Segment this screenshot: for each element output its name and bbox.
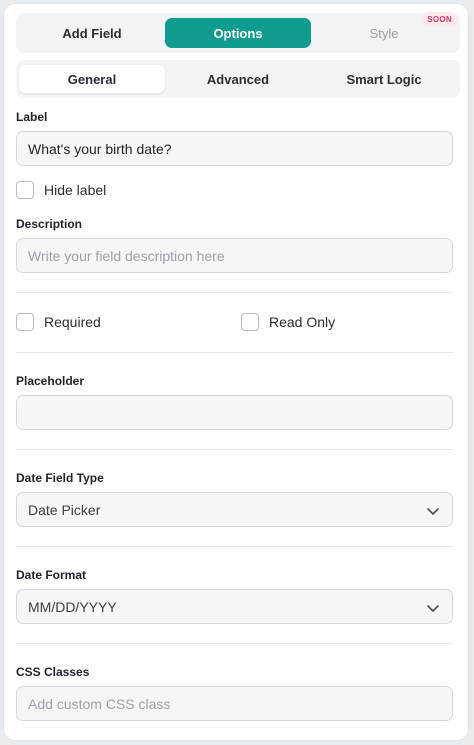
tab-style-label: Style [369, 25, 399, 41]
css-classes-placeholder: Add custom CSS class [28, 695, 171, 712]
soon-badge: SOON [422, 12, 457, 27]
css-classes-label: CSS Classes [16, 665, 90, 679]
chevron-down-icon [427, 605, 439, 612]
label-input[interactable]: What's your birth date? [16, 131, 453, 166]
description-label: Description [16, 217, 83, 231]
date-format-value: MM/DD/YYYY [28, 598, 117, 615]
divider [16, 546, 453, 547]
divider [16, 292, 453, 293]
divider [16, 352, 453, 353]
chevron-down-icon [427, 508, 439, 515]
divider [16, 643, 453, 644]
description-placeholder: Write your field description here [28, 247, 225, 264]
hide-label-option[interactable]: Hide label [16, 181, 106, 199]
tab-options[interactable]: Options [165, 18, 311, 48]
sub-tab-bar: General Advanced Smart Logic [16, 60, 460, 98]
field-settings-panel: Add Field Options Style SOON General Adv… [3, 3, 469, 741]
required-checkbox[interactable] [16, 313, 34, 331]
placeholder-label: Placeholder [16, 374, 85, 388]
date-field-type-select[interactable]: Date Picker [16, 492, 453, 527]
description-input[interactable]: Write your field description here [16, 238, 453, 273]
required-option[interactable]: Required [16, 313, 101, 331]
read-only-text: Read Only [269, 314, 336, 330]
required-text: Required [44, 314, 101, 330]
subtab-smart-logic[interactable]: Smart Logic [311, 65, 457, 93]
css-classes-input[interactable]: Add custom CSS class [16, 686, 453, 721]
hide-label-checkbox[interactable] [16, 181, 34, 199]
subtab-general[interactable]: General [19, 65, 165, 93]
date-format-select[interactable]: MM/DD/YYYY [16, 589, 453, 624]
read-only-option[interactable]: Read Only [241, 313, 335, 331]
top-tab-bar: Add Field Options Style SOON [16, 12, 460, 53]
read-only-checkbox[interactable] [241, 313, 259, 331]
label-field-label: Label [16, 110, 48, 124]
placeholder-input[interactable] [16, 395, 453, 430]
date-field-type-label: Date Field Type [16, 471, 104, 485]
divider [16, 449, 453, 450]
subtab-advanced[interactable]: Advanced [165, 65, 311, 93]
date-field-type-value: Date Picker [28, 501, 101, 518]
hide-label-text: Hide label [44, 182, 107, 198]
tab-add-field[interactable]: Add Field [19, 18, 165, 48]
label-input-value: What's your birth date? [28, 140, 172, 157]
date-format-label: Date Format [16, 568, 87, 582]
tab-style[interactable]: Style SOON [311, 12, 457, 48]
